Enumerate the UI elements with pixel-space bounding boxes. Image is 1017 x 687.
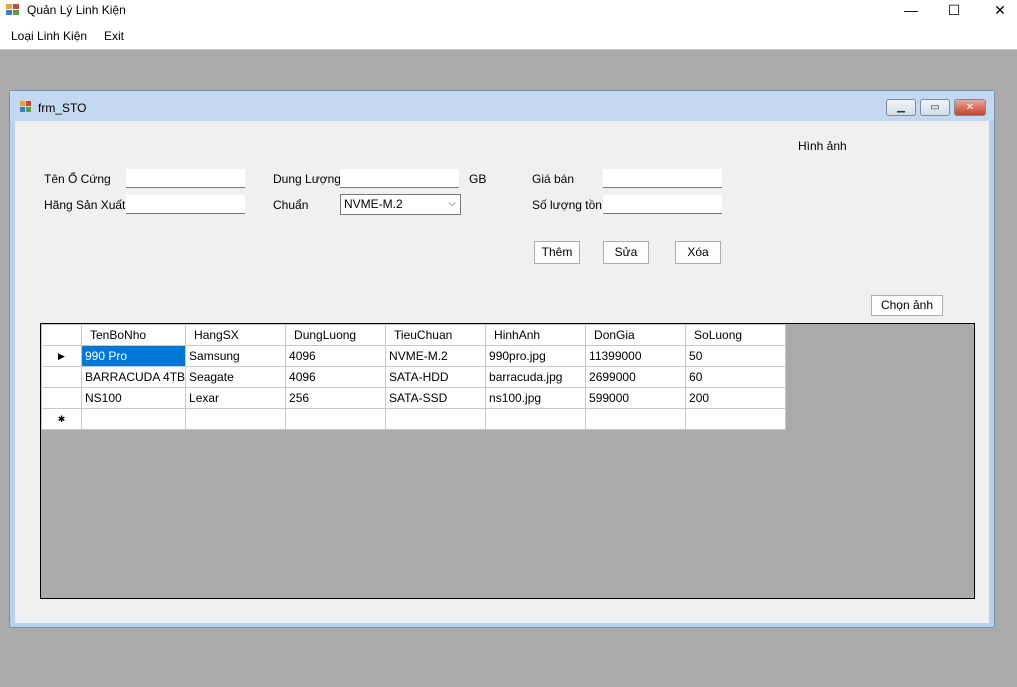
child-minimize-button[interactable]: ▁ [886, 99, 916, 116]
grid-table: TenBoNho HangSX DungLuong TieuChuan Hinh… [41, 324, 787, 430]
them-button[interactable]: Thêm [534, 241, 580, 264]
row-header-cell[interactable] [41, 387, 82, 409]
title-bar: Quản Lý Linh Kiện — ☐ ✕ [0, 0, 1017, 22]
column-header-dongia[interactable]: DonGia [585, 324, 687, 346]
grid-cell[interactable]: 256 [285, 387, 387, 409]
grid-cell[interactable]: Seagate [185, 366, 287, 388]
dung-luong-input[interactable] [340, 169, 459, 188]
menu-bar: Loại Linh Kiện Exit [0, 22, 1017, 50]
grid-corner-cell [41, 324, 82, 346]
so-luong-ton-label: Số lượng tồn [532, 198, 602, 212]
chuan-select[interactable]: NVME-M.2 ⌵ [340, 194, 461, 215]
column-header-hangsx[interactable]: HangSX [185, 324, 287, 346]
current-row-indicator-icon[interactable]: ▶ [41, 345, 82, 367]
grid-cell[interactable]: 4096 [285, 366, 387, 388]
xoa-button[interactable]: Xóa [675, 241, 721, 264]
chuan-selected-value: NVME-M.2 [344, 197, 403, 211]
menu-exit[interactable]: Exit [104, 29, 124, 43]
column-header-hinhanh[interactable]: HinhAnh [485, 324, 587, 346]
grid-cell[interactable] [285, 408, 387, 430]
grid-cell[interactable] [685, 408, 787, 430]
dung-luong-label: Dung Lượng [273, 172, 341, 186]
table-row[interactable]: ▶ 990 Pro Samsung 4096 NVME-M.2 990pro.j… [41, 345, 787, 367]
new-row-indicator-icon[interactable]: ✱ [41, 408, 82, 430]
grid-cell[interactable] [80, 408, 187, 430]
grid-cell[interactable]: 990pro.jpg [485, 345, 587, 367]
grid-cell[interactable]: 50 [685, 345, 787, 367]
grid-cell[interactable] [385, 408, 487, 430]
grid-cell[interactable]: 599000 [585, 387, 687, 409]
grid-cell[interactable]: 200 [685, 387, 787, 409]
hinh-anh-label: Hình ảnh [798, 139, 847, 153]
column-header-tenbonho[interactable]: TenBoNho [80, 324, 187, 346]
grid-cell[interactable]: 11399000 [585, 345, 687, 367]
grid-cell[interactable]: Lexar [185, 387, 287, 409]
chon-anh-button[interactable]: Chọn ảnh [871, 295, 943, 316]
menu-loai-linh-kien[interactable]: Loại Linh Kiện [11, 29, 87, 43]
hang-san-xuat-label: Hãng Sản Xuất [44, 198, 126, 212]
gia-ban-input[interactable] [603, 169, 722, 188]
grid-cell[interactable] [185, 408, 287, 430]
child-window-title: frm_STO [38, 101, 87, 115]
grid-cell[interactable]: ns100.jpg [485, 387, 587, 409]
grid-header-row: TenBoNho HangSX DungLuong TieuChuan Hinh… [41, 324, 787, 346]
grid-cell[interactable]: NVME-M.2 [385, 345, 487, 367]
ten-o-cung-input[interactable] [126, 169, 245, 188]
table-row[interactable]: NS100 Lexar 256 SATA-SSD ns100.jpg 59900… [41, 387, 787, 409]
gb-unit-label: GB [469, 172, 487, 186]
grid-cell[interactable]: 60 [685, 366, 787, 388]
column-header-soluong[interactable]: SoLuong [685, 324, 787, 346]
column-header-tieuchuan[interactable]: TieuChuan [385, 324, 487, 346]
grid-cell[interactable]: 2699000 [585, 366, 687, 388]
grid-cell[interactable]: BARRACUDA 4TB [80, 366, 187, 388]
grid-cell[interactable]: 4096 [285, 345, 387, 367]
grid-cell[interactable]: 990 Pro [80, 345, 187, 367]
form-client-area: Hình ảnh Tên Ổ Cứng Hãng Sản Xuất Dung L… [15, 121, 989, 623]
hang-san-xuat-input[interactable] [126, 195, 245, 214]
form-icon [20, 101, 31, 112]
table-row[interactable]: BARRACUDA 4TB Seagate 4096 SATA-HDD barr… [41, 366, 787, 388]
close-button[interactable]: ✕ [977, 0, 1017, 20]
so-luong-ton-input[interactable] [603, 195, 722, 214]
grid-cell[interactable]: NS100 [80, 387, 187, 409]
chuan-label: Chuẩn [273, 198, 309, 212]
grid-cell[interactable]: Samsung [185, 345, 287, 367]
child-title-bar[interactable]: frm_STO ▁ ▭ ✕ [10, 91, 994, 121]
child-window: frm_STO ▁ ▭ ✕ Hình ảnh Tên Ổ Cứng Hãng S… [9, 90, 995, 628]
grid-cell[interactable]: barracuda.jpg [485, 366, 587, 388]
data-grid[interactable]: TenBoNho HangSX DungLuong TieuChuan Hinh… [40, 323, 975, 599]
column-header-dungluong[interactable]: DungLuong [285, 324, 387, 346]
child-close-button[interactable]: ✕ [954, 99, 986, 116]
maximize-button[interactable]: ☐ [931, 0, 977, 20]
window-title: Quản Lý Linh Kiện [27, 3, 126, 17]
sua-button[interactable]: Sửa [603, 241, 649, 264]
grid-cell[interactable]: SATA-HDD [385, 366, 487, 388]
grid-cell[interactable] [485, 408, 587, 430]
new-row[interactable]: ✱ [41, 408, 787, 430]
child-maximize-button[interactable]: ▭ [920, 99, 950, 116]
gia-ban-label: Giá bán [532, 172, 575, 186]
grid-cell[interactable]: SATA-SSD [385, 387, 487, 409]
chevron-down-icon[interactable]: ⌵ [448, 198, 456, 209]
ten-o-cung-label: Tên Ổ Cứng [44, 172, 111, 186]
row-header-cell[interactable] [41, 366, 82, 388]
minimize-button[interactable]: — [888, 0, 934, 20]
grid-cell[interactable] [585, 408, 687, 430]
app-icon [6, 4, 19, 15]
